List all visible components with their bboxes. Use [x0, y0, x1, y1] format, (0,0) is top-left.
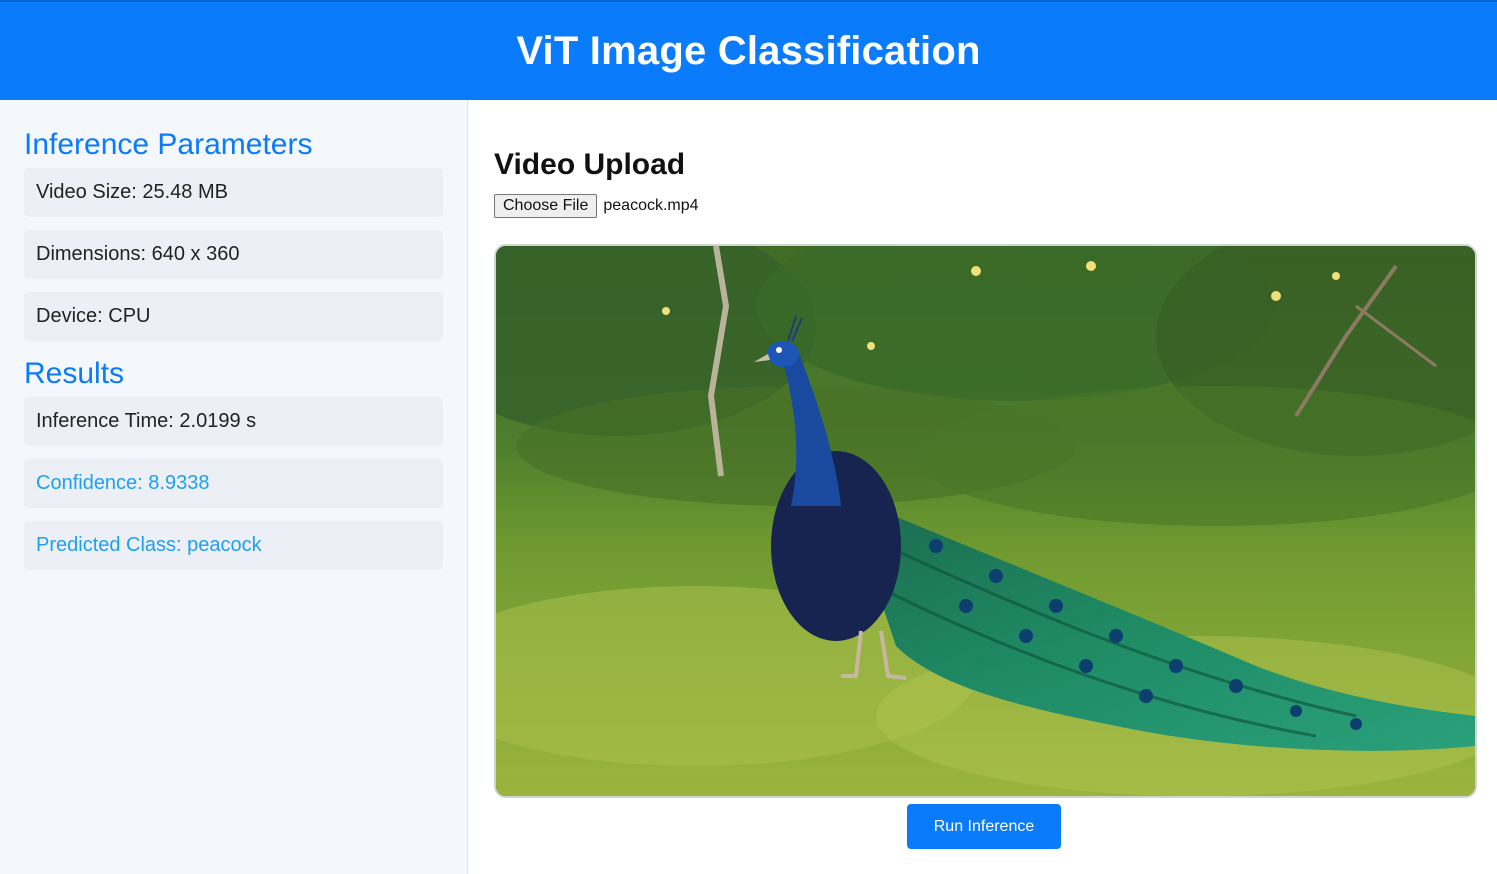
page-title: ViT Image Classification — [516, 28, 981, 73]
main-panel: Video Upload Choose File peacock.mp4 Run… — [469, 100, 1497, 874]
confidence-box: Confidence: 8.9338 — [24, 459, 443, 508]
inference-parameters-heading: Inference Parameters — [24, 128, 313, 161]
video-size-box: Video Size: 25.48 MB — [24, 168, 443, 217]
choose-file-button[interactable]: Choose File — [494, 194, 598, 218]
app-header: ViT Image Classification — [0, 0, 1497, 100]
video-upload-heading: Video Upload — [494, 148, 686, 181]
peacock-video-frame — [496, 246, 1475, 796]
dimensions-box: Dimensions: 640 x 360 — [24, 230, 443, 279]
inference-time-box: Inference Time: 2.0199 s — [24, 397, 443, 446]
results-heading: Results — [24, 357, 125, 390]
video-player[interactable] — [494, 244, 1477, 798]
sidebar: Inference Parameters Video Size: 25.48 M… — [0, 100, 468, 874]
run-inference-button[interactable]: Run Inference — [907, 804, 1061, 849]
device-box: Device: CPU — [24, 292, 443, 341]
selected-file-name: peacock.mp4 — [603, 197, 699, 214]
predicted-class-box: Predicted Class: peacock — [24, 521, 443, 570]
file-input[interactable]: Choose File peacock.mp4 — [494, 194, 699, 218]
